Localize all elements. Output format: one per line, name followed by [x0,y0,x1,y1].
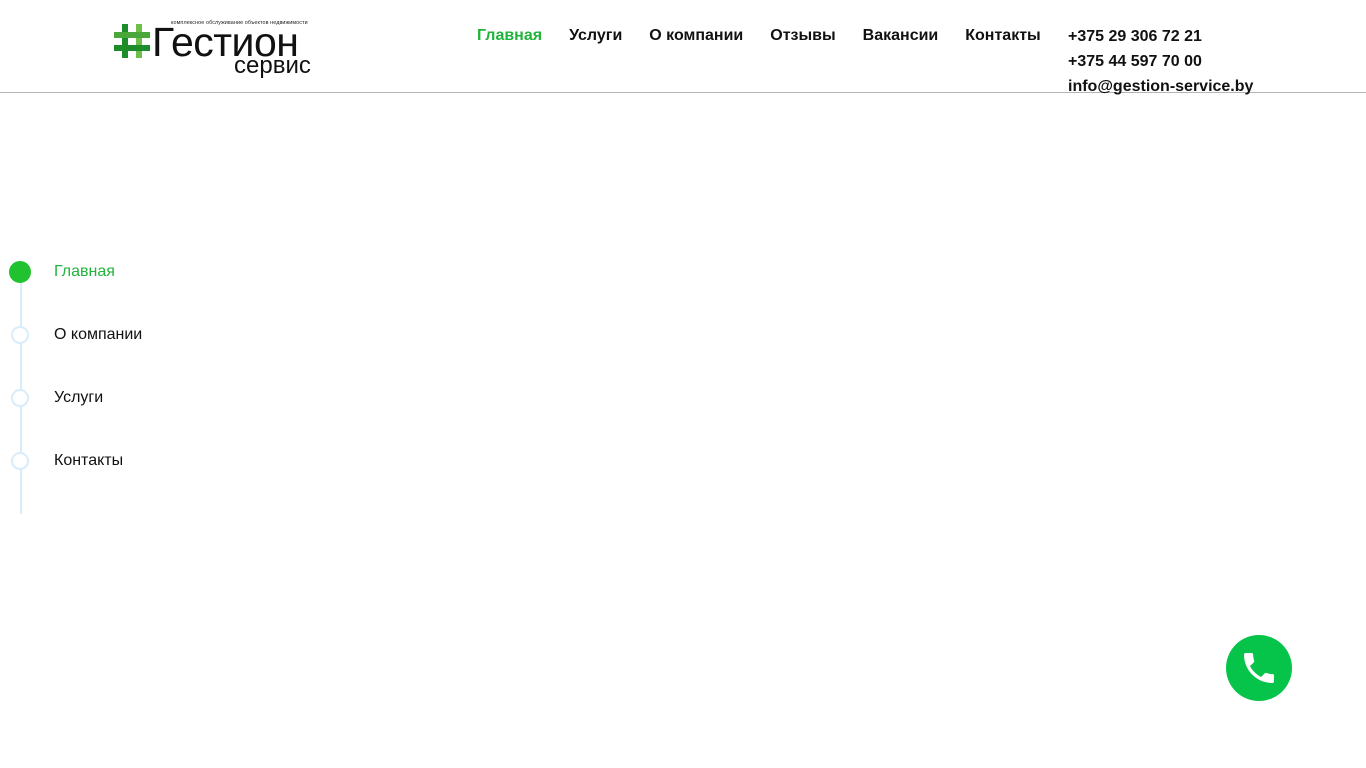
nav-item-reviews[interactable]: Отзывы [770,27,835,45]
side-nav-item-about[interactable]: О компании [10,323,142,347]
side-nav-item-home[interactable]: Главная [9,260,115,284]
nav-item-services[interactable]: Услуги [569,27,622,45]
logo-mark-icon [114,24,150,58]
site-header: комплексное обслуживание объектов недвиж… [0,0,1366,95]
phone-link-1[interactable]: +375 29 306 72 21 [1068,24,1253,49]
site-logo[interactable]: комплексное обслуживание объектов недвиж… [114,20,338,82]
side-nav-item-services[interactable]: Услуги [10,386,103,410]
section-side-nav: Главная О компании Услуги Контакты [9,260,210,516]
side-nav-label: Главная [54,263,115,280]
nav-item-about[interactable]: О компании [649,27,743,45]
nav-item-contacts[interactable]: Контакты [965,27,1040,45]
phone-link-2[interactable]: +375 44 597 70 00 [1068,49,1253,74]
nav-item-home[interactable]: Главная [477,27,542,45]
logo-sub: сервис [234,52,311,79]
header-contacts: +375 29 306 72 21 +375 44 597 70 00 info… [1068,24,1253,99]
side-nav-label: Контакты [54,452,124,469]
side-nav-label: О компании [54,326,143,343]
main-nav: Главная Услуги О компании Отзывы Ваканси… [477,27,1068,45]
email-link[interactable]: info@gestion-service.by [1068,74,1253,99]
nav-item-vacancies[interactable]: Вакансии [863,27,939,45]
side-nav-dot [11,389,29,407]
side-nav-item-contacts[interactable]: Контакты [10,449,123,473]
phone-icon [1244,653,1274,683]
side-nav-label: Услуги [54,389,104,406]
side-nav-dot-active [9,261,31,283]
call-button[interactable] [1226,635,1292,701]
side-nav-dot [11,326,29,344]
side-nav-dot [11,452,29,470]
